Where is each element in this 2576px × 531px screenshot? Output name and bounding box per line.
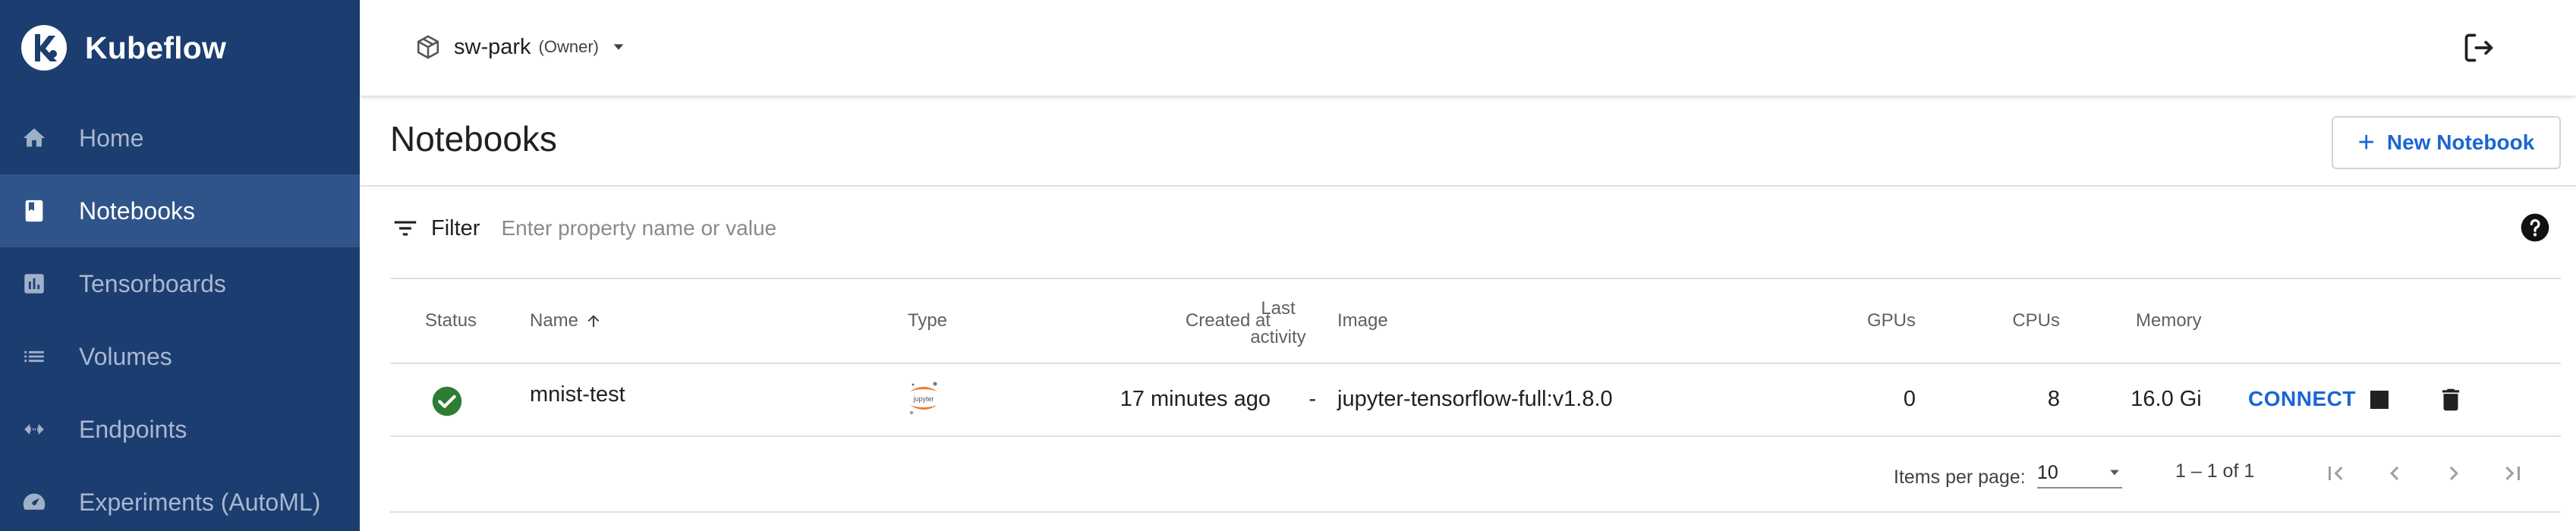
items-per-page-label: Items per page: <box>1894 467 2026 488</box>
sidebar-item-label: Home <box>79 124 144 152</box>
memory-value: 16.0 Gi <box>2130 387 2202 411</box>
divider <box>390 363 2561 364</box>
namespace-selector[interactable]: sw-park (Owner) <box>413 29 628 65</box>
cube-icon <box>413 32 443 62</box>
column-header-name[interactable]: Name <box>530 310 603 331</box>
kubeflow-logo-icon <box>20 24 68 72</box>
image-name: jupyter-tensorflow-full:v1.8.0 <box>1337 387 1613 411</box>
sidebar-item-label: Experiments (AutoML) <box>79 488 321 516</box>
connect-button[interactable]: CONNECT <box>2248 386 2356 412</box>
column-header-status: Status <box>425 310 477 331</box>
help-button[interactable] <box>2518 211 2552 244</box>
svg-text:jupyter: jupyter <box>912 395 934 403</box>
arrow-up-icon <box>584 312 603 330</box>
sidebar-item-label: Tensorboards <box>79 269 226 297</box>
cpus-value: 8 <box>2047 387 2060 411</box>
divider <box>390 435 2561 437</box>
column-header-last-activity-line2: activity <box>1250 327 1306 347</box>
stop-button[interactable] <box>2360 381 2398 419</box>
last-activity: - <box>1308 387 1316 411</box>
column-header-memory: Memory <box>2136 310 2202 331</box>
namespace-role: (Owner) <box>538 37 599 56</box>
range-label: 1 – 1 of 1 <box>2175 460 2255 482</box>
sidebar-item-tensorboards[interactable]: Tensorboards <box>0 247 360 320</box>
stop-icon <box>2370 391 2389 409</box>
home-icon <box>18 122 50 154</box>
column-header-last-activity-line1: Last <box>1261 298 1296 319</box>
new-notebook-button[interactable]: + New Notebook <box>2332 116 2561 169</box>
chart-icon <box>18 268 50 300</box>
first-page-icon <box>2322 460 2349 487</box>
sidebar-item-label: Volumes <box>79 342 172 370</box>
brand[interactable]: Kubeflow <box>20 23 226 73</box>
status-ok-icon <box>431 385 463 417</box>
help-icon <box>2520 212 2550 243</box>
filter-input[interactable] <box>501 216 1185 240</box>
next-page-button[interactable] <box>2435 454 2473 492</box>
page-title: Notebooks <box>390 119 557 159</box>
sidebar-item-experiments-automl[interactable]: Experiments (AutoML) <box>0 466 360 531</box>
logout-icon <box>2462 31 2496 64</box>
divider <box>390 511 2561 513</box>
main-content: Notebooks + New Notebook Filter Status N… <box>360 96 2576 531</box>
jupyter-icon: jupyter <box>906 379 941 417</box>
last-page-button[interactable] <box>2494 454 2532 492</box>
sidebar-item-label: Endpoints <box>79 415 187 443</box>
speed-icon <box>18 486 50 518</box>
sidebar-nav: Home Notebooks Tensorboards Volumes Endp… <box>0 102 360 531</box>
divider <box>390 278 2561 279</box>
previous-page-button[interactable] <box>2376 454 2414 492</box>
page-size-select[interactable]: 10 <box>2037 458 2122 489</box>
column-header-name-label: Name <box>530 310 579 331</box>
gpus-value: 0 <box>1903 387 1916 411</box>
notebook-name: mnist-test <box>530 382 625 407</box>
arrows-icon <box>18 413 50 445</box>
sidebar-item-volumes[interactable]: Volumes <box>0 320 360 393</box>
notebook-icon <box>18 195 50 227</box>
chevron-down-icon <box>2107 465 2122 480</box>
brand-name: Kubeflow <box>85 30 227 65</box>
delete-button[interactable] <box>2432 381 2470 419</box>
plus-icon: + <box>2357 127 2375 159</box>
chevron-right-icon <box>2440 460 2467 487</box>
logout-button[interactable] <box>2458 27 2500 69</box>
sidebar-item-home[interactable]: Home <box>0 102 360 174</box>
first-page-button[interactable] <box>2316 454 2354 492</box>
sidebar-item-label: Notebooks <box>79 196 195 225</box>
filter-label: Filter <box>431 215 480 240</box>
new-notebook-label: New Notebook <box>2386 130 2535 154</box>
page-size-value: 10 <box>2037 461 2058 483</box>
column-header-type: Type <box>908 310 948 331</box>
column-header-cpus: CPUs <box>2012 310 2060 331</box>
chevron-left-icon <box>2381 460 2408 487</box>
column-header-last-activity: Last activity <box>1240 294 1316 352</box>
filter-bar: Filter <box>389 209 1185 247</box>
last-page-icon <box>2499 460 2527 487</box>
filter-icon <box>389 212 422 245</box>
list-icon <box>18 341 50 372</box>
chevron-down-icon <box>609 38 628 56</box>
sidebar-item-endpoints[interactable]: Endpoints <box>0 393 360 466</box>
sidebar: Kubeflow Home Notebooks Tensorboards Vol… <box>0 0 360 531</box>
divider <box>360 185 2576 187</box>
sidebar-item-notebooks[interactable]: Notebooks <box>0 174 360 247</box>
namespace-name: sw-park <box>454 34 531 59</box>
column-header-image: Image <box>1337 310 1388 331</box>
column-header-gpus: GPUs <box>1866 310 1916 331</box>
top-bar: sw-park (Owner) <box>360 0 2576 96</box>
trash-icon <box>2436 385 2465 415</box>
